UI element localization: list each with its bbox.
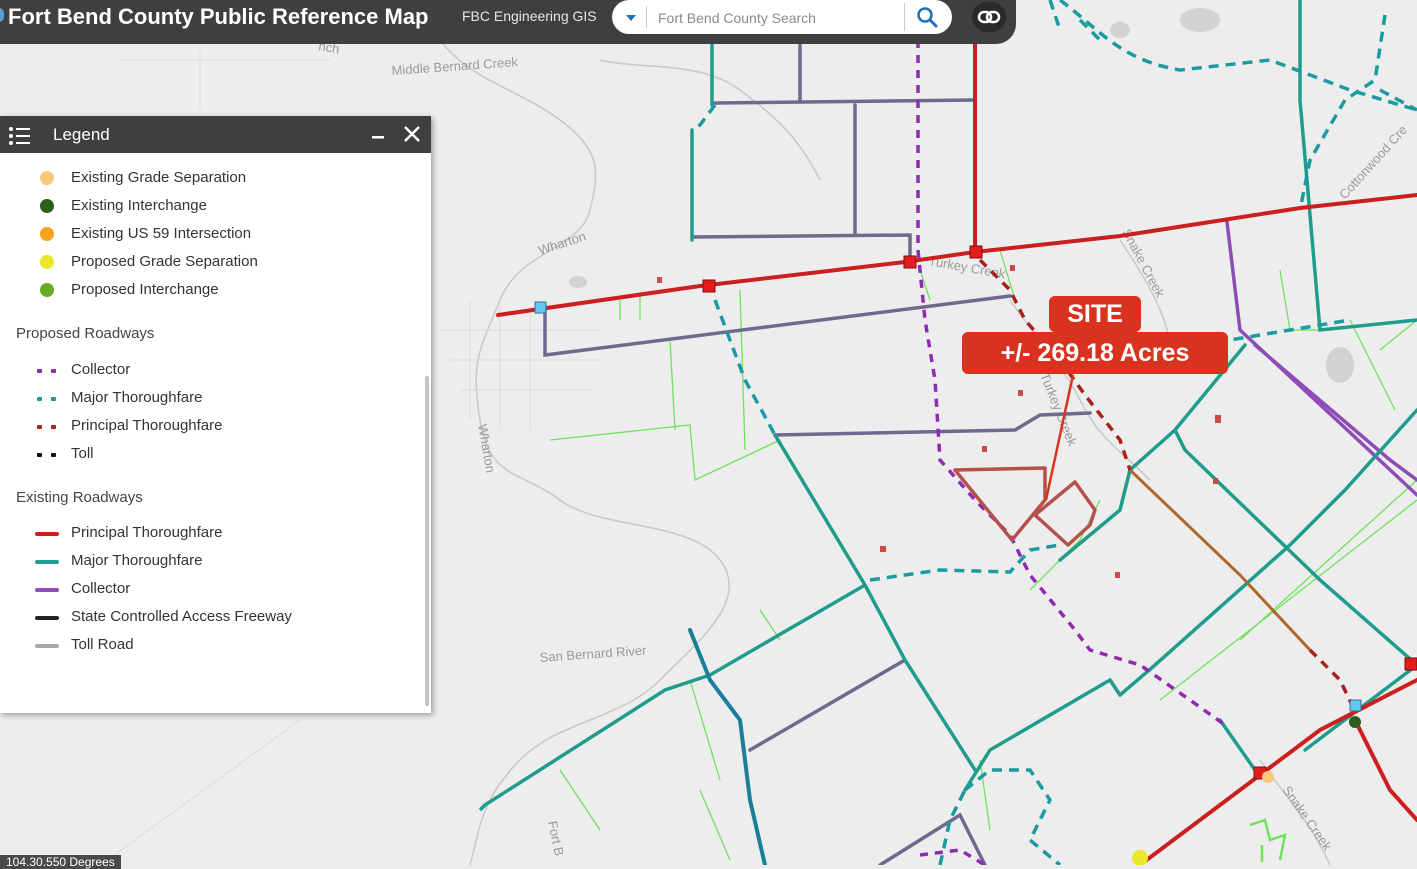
legend-dash-segment xyxy=(51,453,56,457)
coordinate-readout: 104.30.550 Degrees xyxy=(0,855,121,869)
search-bar xyxy=(612,0,952,34)
legend-symbol xyxy=(35,560,59,564)
legend-label: Principal Thoroughfare xyxy=(71,524,223,541)
legend-dash-segment xyxy=(37,453,42,457)
legend-symbol xyxy=(40,227,54,241)
search-source-dropdown[interactable] xyxy=(618,6,647,28)
legend-dash-segment xyxy=(37,397,42,401)
legend-symbol xyxy=(37,425,59,429)
legend-dash-segment xyxy=(51,369,56,373)
app-header: Fort Bend County Public Reference Map FB… xyxy=(0,0,1016,44)
legend-label: Existing Grade Separation xyxy=(71,169,247,186)
legend-symbol xyxy=(37,453,59,457)
legend-item: Collector xyxy=(0,578,420,600)
legend-dash-segment xyxy=(37,425,42,429)
legend-dash-segment xyxy=(37,369,42,373)
app-logo-icon xyxy=(0,8,4,22)
legend-item: Toll Road xyxy=(0,634,420,656)
legend-symbol xyxy=(35,644,59,648)
legend-label: Existing Interchange xyxy=(71,197,207,214)
legend-symbol xyxy=(35,588,59,592)
legend-body: Existing Grade Separation Existing Inter… xyxy=(0,153,426,713)
legend-panel: Legend Existing Grade Separation Existin… xyxy=(0,116,431,713)
search-input[interactable] xyxy=(656,5,900,31)
legend-item: Proposed Grade Separation xyxy=(0,251,420,273)
legend-dash-segment xyxy=(51,425,56,429)
legend-dash-segment xyxy=(51,397,56,401)
legend-item: Major Thoroughfare xyxy=(0,387,420,409)
legend-label: Major Thoroughfare xyxy=(71,389,203,406)
legend-label: Existing US 59 Intersection xyxy=(71,225,252,242)
legend-symbol xyxy=(40,255,54,269)
legend-symbol xyxy=(37,369,59,373)
legend-label: Collector xyxy=(71,361,131,378)
app-title: Fort Bend County Public Reference Map xyxy=(8,4,429,29)
site-callout-title: SITE xyxy=(1049,296,1141,332)
list-icon xyxy=(9,127,30,145)
legend-symbol xyxy=(35,616,59,620)
site-callout-acres: +/- 269.18 Acres xyxy=(962,332,1228,374)
legend-item: Major Thoroughfare xyxy=(0,550,420,572)
chevron-down-icon xyxy=(626,15,636,21)
legend-item: Existing Interchange xyxy=(0,195,420,217)
legend-item: Toll xyxy=(0,443,420,465)
legend-symbol xyxy=(40,171,54,185)
legend-title: Legend xyxy=(53,125,110,144)
legend-symbol xyxy=(40,283,54,297)
close-icon[interactable] xyxy=(400,122,424,146)
legend-label: State Controlled Access Freeway xyxy=(71,608,292,625)
legend-section-heading: Existing Roadways xyxy=(16,489,143,506)
legend-item: State Controlled Access Freeway xyxy=(0,606,420,628)
legend-label: Proposed Grade Separation xyxy=(71,253,258,270)
app-subtitle: FBC Engineering GIS xyxy=(462,8,597,24)
link-icon xyxy=(977,10,1001,24)
legend-symbol xyxy=(35,532,59,536)
minimize-icon[interactable] xyxy=(368,122,388,146)
legend-symbol xyxy=(37,397,59,401)
legend-item: Existing Grade Separation xyxy=(0,167,420,189)
share-link-button[interactable] xyxy=(972,2,1006,32)
legend-item: Collector xyxy=(0,359,420,381)
legend-label: Major Thoroughfare xyxy=(71,552,203,569)
legend-label: Collector xyxy=(71,580,131,597)
legend-item: Principal Thoroughfare xyxy=(0,415,420,437)
legend-item: Existing US 59 Intersection xyxy=(0,223,420,245)
legend-label: Proposed Interchange xyxy=(71,281,219,298)
legend-scrollbar[interactable] xyxy=(425,376,429,706)
legend-symbol xyxy=(40,199,54,213)
search-icon xyxy=(917,7,938,28)
legend-item: Principal Thoroughfare xyxy=(0,522,420,544)
legend-item: Proposed Interchange xyxy=(0,279,420,301)
search-button[interactable] xyxy=(904,3,949,31)
legend-header: Legend xyxy=(0,116,431,153)
legend-section-heading: Proposed Roadways xyxy=(16,325,155,342)
legend-label: Principal Thoroughfare xyxy=(71,417,223,434)
legend-label: Toll Road xyxy=(71,636,134,653)
legend-label: Toll xyxy=(71,445,94,462)
